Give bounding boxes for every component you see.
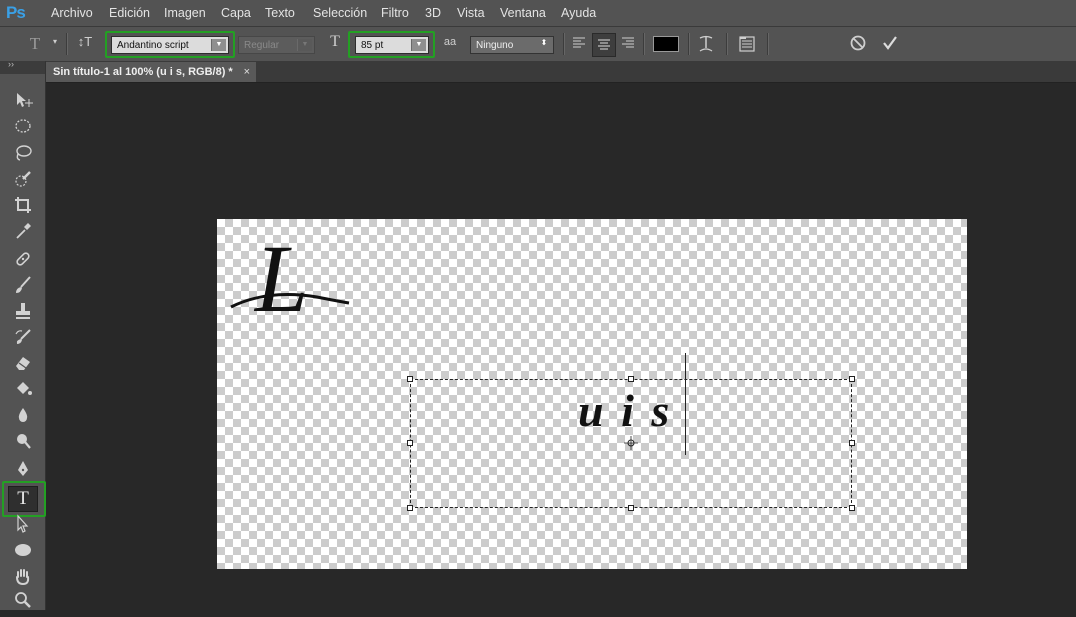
antialias-icon: aa (443, 36, 457, 48)
options-bar: T ▾ ↕T Andantino script ▼ Regular ▼ T 85… (0, 27, 1076, 62)
quick-selection-tool-icon[interactable] (9, 169, 37, 191)
antialias-value: Ninguno (476, 40, 514, 51)
menu-seleccion[interactable]: Selección (313, 6, 367, 20)
resize-handle[interactable] (407, 505, 413, 511)
history-brush-tool-icon[interactable] (9, 327, 37, 349)
close-icon[interactable]: × (244, 62, 250, 82)
lasso-tool-icon[interactable] (9, 143, 37, 165)
cancel-icon[interactable] (848, 34, 868, 54)
font-size-value: 85 pt (361, 40, 384, 51)
chevron-down-icon: ▼ (211, 39, 226, 51)
type-tool-icon[interactable]: T (8, 486, 38, 512)
menu-filtro[interactable]: Filtro (381, 6, 409, 20)
preset-chevron-down-icon[interactable]: ▾ (51, 37, 59, 46)
clone-stamp-tool-icon[interactable] (9, 301, 37, 323)
menu-ayuda[interactable]: Ayuda (561, 6, 596, 20)
warp-text-icon[interactable] (696, 34, 716, 54)
pen-tool-icon[interactable] (9, 459, 37, 481)
brush-tool-icon[interactable] (9, 275, 37, 297)
separator (767, 33, 769, 55)
font-family-value: Andantino script (117, 40, 189, 51)
eyedropper-tool-icon[interactable] (9, 221, 37, 243)
separator (643, 33, 645, 55)
align-center-icon[interactable] (592, 33, 616, 57)
menu-texto[interactable]: Texto (265, 6, 295, 20)
blur-tool-icon[interactable] (9, 405, 37, 427)
healing-brush-tool-icon[interactable] (9, 249, 37, 271)
text-color-swatch[interactable] (653, 36, 679, 52)
script-letter-l: L (230, 229, 350, 329)
text-cursor (685, 353, 686, 455)
collapse-double-arrow-icon[interactable]: ›› (8, 59, 14, 69)
menu-ventana[interactable]: Ventana (500, 6, 546, 20)
chevron-down-icon: ▼ (411, 39, 426, 51)
commit-checkmark-icon[interactable] (880, 34, 900, 54)
menu-edicion[interactable]: Edición (109, 6, 150, 20)
menu-vista[interactable]: Vista (457, 6, 485, 20)
tools-panel-header[interactable]: ›› (0, 59, 45, 74)
reference-point-icon[interactable] (624, 436, 638, 450)
paint-bucket-tool-icon[interactable] (9, 379, 37, 401)
dodge-tool-icon[interactable] (9, 431, 37, 453)
type-tool-preset-icon[interactable]: T (25, 34, 45, 54)
crop-tool-icon[interactable] (9, 195, 37, 217)
path-selection-tool-icon[interactable] (9, 514, 37, 536)
separator (563, 33, 565, 55)
menu-capa[interactable]: Capa (221, 6, 251, 20)
antialias-select[interactable]: Ninguno ⬍ (470, 36, 554, 54)
move-tool-icon[interactable] (9, 91, 37, 113)
text-orientation-icon[interactable]: ↕T (74, 34, 96, 49)
menu-bar: Ps Archivo Edición Imagen Capa Texto Sel… (0, 0, 1076, 27)
font-size-icon: T (330, 33, 340, 50)
resize-handle[interactable] (407, 376, 413, 382)
character-panel-icon[interactable] (737, 35, 757, 55)
font-style-select[interactable]: Regular ▼ (238, 36, 315, 54)
ellipse-tool-icon[interactable] (9, 540, 37, 562)
resize-handle[interactable] (628, 505, 634, 511)
resize-handle[interactable] (407, 440, 413, 446)
font-style-value: Regular (244, 40, 280, 51)
document-tab-title: Sin título-1 al 100% (u i s, RGB/8) * (53, 66, 233, 78)
typed-text-layer[interactable]: u i s (578, 383, 672, 439)
hand-tool-icon[interactable] (9, 567, 37, 589)
resize-handle[interactable] (849, 440, 855, 446)
font-family-select[interactable]: Andantino script ▼ (111, 36, 229, 54)
eraser-tool-icon[interactable] (9, 353, 37, 375)
menu-imagen[interactable]: Imagen (164, 6, 206, 20)
resize-handle[interactable] (849, 505, 855, 511)
separator (726, 33, 728, 55)
separator (66, 33, 68, 55)
chevron-down-icon: ▼ (297, 39, 312, 51)
menu-archivo[interactable]: Archivo (51, 6, 93, 20)
updown-arrow-icon: ⬍ (540, 38, 548, 47)
document-tab[interactable]: Sin título-1 al 100% (u i s, RGB/8) * × (46, 62, 256, 82)
marquee-tool-icon[interactable] (9, 117, 37, 139)
align-right-icon[interactable] (619, 35, 637, 53)
resize-handle[interactable] (628, 376, 634, 382)
align-left-icon[interactable] (570, 35, 588, 53)
menu-3d[interactable]: 3D (425, 6, 441, 20)
font-size-select[interactable]: 85 pt ▼ (355, 36, 429, 54)
photoshop-logo: Ps (6, 3, 26, 22)
separator (688, 33, 690, 55)
script-letter-l-glyph: L (253, 229, 308, 329)
resize-handle[interactable] (849, 376, 855, 382)
zoom-tool-icon[interactable] (9, 590, 37, 612)
